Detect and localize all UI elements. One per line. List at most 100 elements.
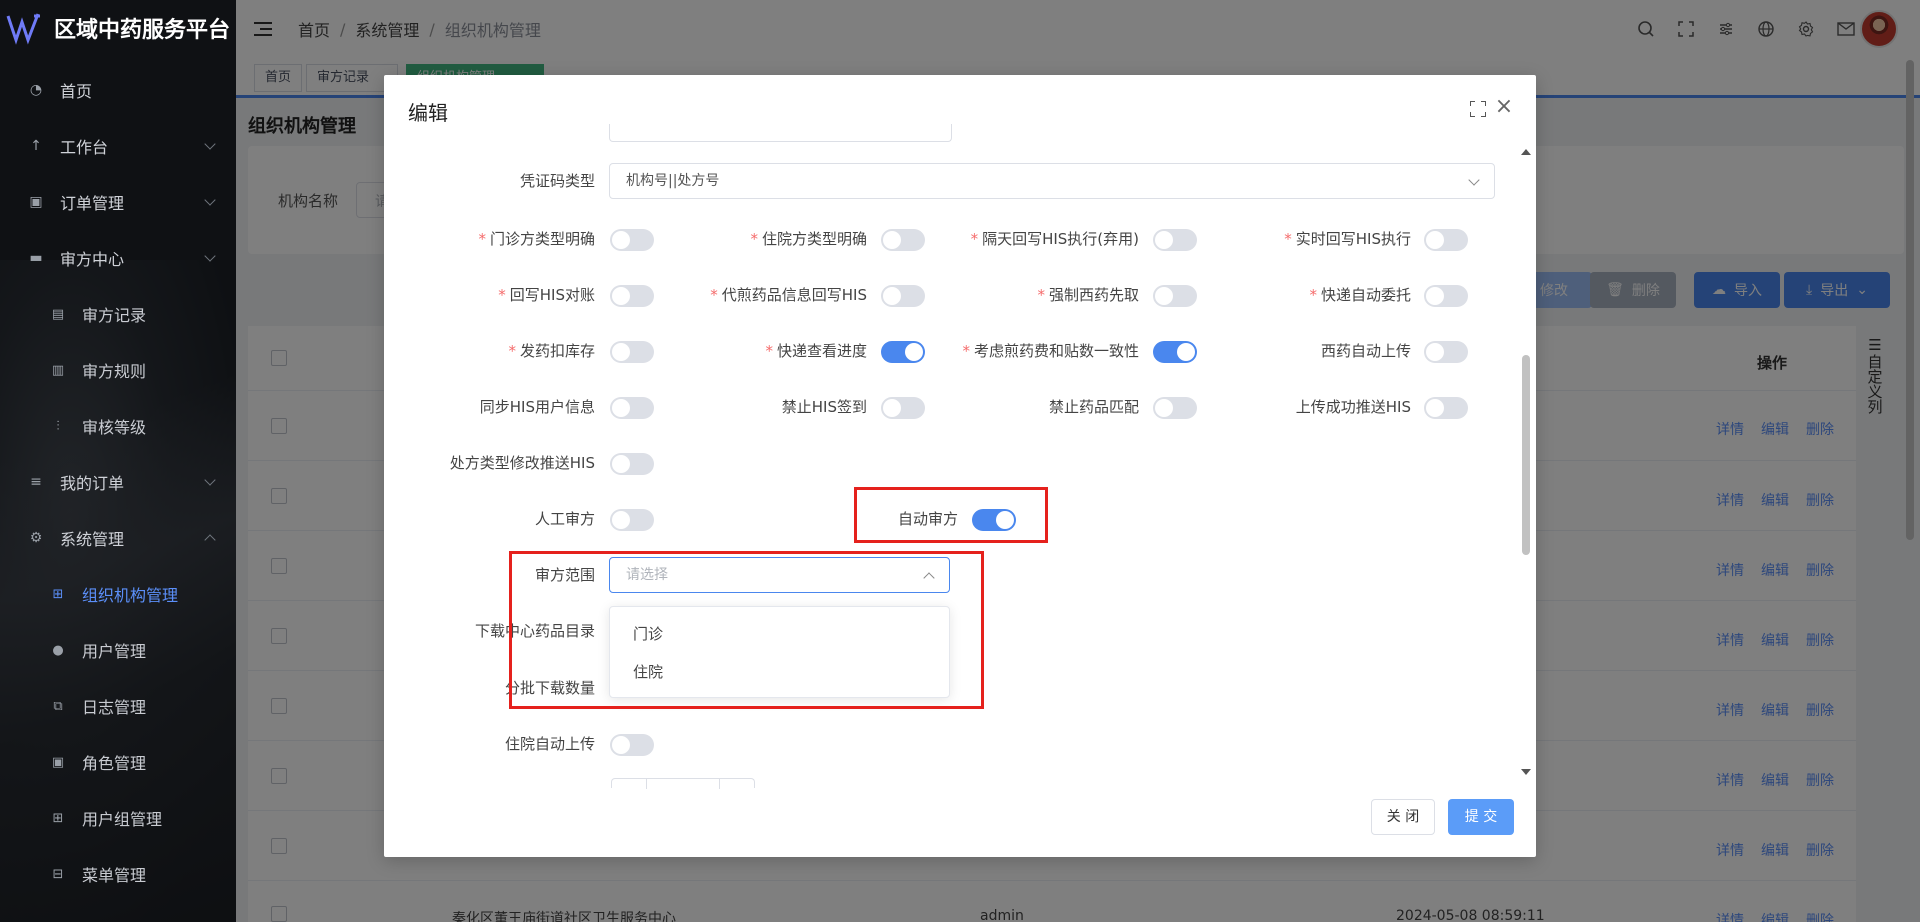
sidebar-item-review-records[interactable]: ▤ 审方记录 bbox=[0, 286, 236, 342]
monitor-icon: ▬ bbox=[29, 250, 43, 266]
switch-label: * 考虑煎药费和贴数一致性 bbox=[889, 340, 1139, 361]
sidebar-item-usergroup-management[interactable]: ⊞ 用户组管理 bbox=[0, 790, 236, 846]
sidebar-item-orders[interactable]: ▣ 订单管理 bbox=[0, 174, 236, 230]
switch-label: * 住院方类型明确 bbox=[617, 228, 867, 249]
switch-label: * 快递自动委托 bbox=[1161, 284, 1411, 305]
toggle-switch[interactable] bbox=[1424, 229, 1468, 251]
sidebar-item-label: 用户组管理 bbox=[82, 810, 163, 829]
switch-label-text: 考虑煎药费和贴数一致性 bbox=[973, 342, 1139, 360]
sidebar-item-user-management[interactable]: ● 用户管理 bbox=[0, 622, 236, 678]
dialog-scrollbar[interactable] bbox=[1521, 141, 1531, 781]
inpatient-auto-upload-switch[interactable] bbox=[610, 734, 654, 756]
sidebar-item-review-levels[interactable]: ⫶ 审核等级 bbox=[0, 398, 236, 454]
switch-label: * 门诊方类型明确 bbox=[345, 228, 595, 249]
sidebar-item-log-management[interactable]: ⧉ 日志管理 bbox=[0, 678, 236, 734]
sidebar-item-label: 我的订单 bbox=[60, 474, 125, 493]
switch-label-text: 隔天回写HIS执行(弃用) bbox=[982, 230, 1139, 248]
sidebar-item-label: 首页 bbox=[60, 82, 93, 101]
sidebar-item-label: 审核等级 bbox=[82, 418, 147, 437]
voucher-type-value: 机构号||处方号 bbox=[626, 173, 720, 189]
sidebar: 区域中药服务平台 ◔ 首页 ↑ 工作台 ▣ 订单管理 ▬ 审方中心 ▤ 审方记录… bbox=[0, 0, 236, 922]
quantity-stepper[interactable] bbox=[611, 778, 755, 789]
required-asterisk: * bbox=[478, 230, 486, 248]
chevron-down-icon bbox=[204, 194, 216, 206]
scroll-down-icon[interactable] bbox=[1521, 769, 1531, 775]
switch-label: 上传成功推送HIS bbox=[1161, 396, 1411, 417]
sidebar-item-label: 审方中心 bbox=[60, 250, 125, 269]
sidebar-item-label: 角色管理 bbox=[82, 754, 147, 773]
menu-tree-icon: ⊟ bbox=[52, 866, 64, 882]
inpatient-auto-upload-label: 住院自动上传 bbox=[504, 735, 595, 753]
switch-label-text: 住院方类型明确 bbox=[761, 230, 867, 248]
voucher-type-select[interactable]: 机构号||处方号 bbox=[609, 163, 1495, 199]
switch-label-text: 快递自动委托 bbox=[1320, 286, 1411, 304]
rx-modify-push-switch[interactable] bbox=[610, 453, 654, 475]
sidebar-item-home[interactable]: ◔ 首页 bbox=[0, 62, 236, 118]
dialog-title: 编辑 bbox=[408, 101, 448, 125]
maximize-icon[interactable] bbox=[1470, 101, 1486, 117]
sidebar-item-workbench[interactable]: ↑ 工作台 bbox=[0, 118, 236, 174]
switch-label: * 强制西药先取 bbox=[889, 284, 1139, 305]
log-icon: ⧉ bbox=[53, 698, 63, 714]
sidebar-item-org-management[interactable]: ⊞ 组织机构管理 bbox=[0, 566, 236, 622]
toggle-switch[interactable] bbox=[1424, 397, 1468, 419]
org-tree-icon: ⊞ bbox=[52, 810, 64, 826]
org-tree-icon: ⊞ bbox=[52, 586, 64, 602]
required-asterisk: * bbox=[1037, 286, 1045, 304]
switch-label: * 回写HIS对账 bbox=[345, 284, 595, 305]
switch-label-text: 同步HIS用户信息 bbox=[479, 398, 595, 416]
toggle-switch[interactable] bbox=[1424, 341, 1468, 363]
switch-label-text: 上传成功推送HIS bbox=[1295, 398, 1411, 416]
sidebar-item-system[interactable]: ⚙ 系统管理 bbox=[0, 510, 236, 566]
sidebar-item-label: 工作台 bbox=[60, 138, 109, 157]
sidebar-item-my-orders[interactable]: ≡ 我的订单 bbox=[0, 454, 236, 510]
sidebar-item-label: 用户管理 bbox=[82, 642, 147, 661]
clipboard-icon: ▤ bbox=[51, 306, 65, 322]
user-icon: ● bbox=[52, 642, 64, 658]
switch-label-text: 代煎药品信息回写HIS bbox=[721, 286, 867, 304]
switch-label: 西药自动上传 bbox=[1161, 340, 1411, 361]
manual-review-switch[interactable] bbox=[610, 509, 654, 531]
sidebar-item-menu-management[interactable]: ⊟ 菜单管理 bbox=[0, 846, 236, 902]
switch-label: 禁止HIS签到 bbox=[617, 396, 867, 417]
switch-label: * 代煎药品信息回写HIS bbox=[617, 284, 867, 305]
voucher-type-label: 凭证码类型 bbox=[519, 172, 595, 190]
logo-icon bbox=[4, 8, 44, 48]
required-asterisk: * bbox=[498, 286, 506, 304]
toggle-switch[interactable] bbox=[1424, 285, 1468, 307]
dashboard-icon: ◔ bbox=[29, 82, 43, 98]
scroll-up-icon[interactable] bbox=[1521, 149, 1531, 155]
switch-label: 禁止药品匹配 bbox=[889, 396, 1139, 417]
switch-label-text: 快递查看进度 bbox=[776, 342, 867, 360]
switch-label: * 快递查看进度 bbox=[617, 340, 867, 361]
sidebar-item-review-rules[interactable]: ▥ 审方规则 bbox=[0, 342, 236, 398]
switch-label: * 实时回写HIS执行 bbox=[1161, 228, 1411, 249]
switch-label-text: 门诊方类型明确 bbox=[489, 230, 595, 248]
required-asterisk: * bbox=[710, 286, 718, 304]
gear-icon: ⚙ bbox=[29, 530, 43, 546]
sidebar-item-role-management[interactable]: ▣ 角色管理 bbox=[0, 734, 236, 790]
required-asterisk: * bbox=[508, 342, 516, 360]
close-icon[interactable]: × bbox=[1492, 95, 1516, 119]
document-icon: ▥ bbox=[51, 362, 65, 378]
required-asterisk: * bbox=[750, 230, 758, 248]
switch-label-text: 发药扣库存 bbox=[519, 342, 595, 360]
sidebar-item-review-center[interactable]: ▬ 审方中心 bbox=[0, 230, 236, 286]
list-icon: ≡ bbox=[30, 474, 42, 490]
scroll-thumb[interactable] bbox=[1522, 355, 1530, 555]
required-asterisk: * bbox=[765, 342, 773, 360]
id-card-icon: ▣ bbox=[51, 754, 65, 770]
brand-title: 区域中药服务平台 bbox=[54, 18, 231, 43]
switch-label: 同步HIS用户信息 bbox=[345, 396, 595, 417]
switch-label: * 发药扣库存 bbox=[345, 340, 595, 361]
submit-button[interactable]: 提 交 bbox=[1448, 799, 1514, 835]
switch-label-text: 禁止HIS签到 bbox=[781, 398, 867, 416]
chevron-down-icon bbox=[204, 250, 216, 262]
previous-field-input[interactable] bbox=[609, 124, 952, 142]
highlight-review-scope bbox=[509, 551, 984, 709]
sidebar-menu: ◔ 首页 ↑ 工作台 ▣ 订单管理 ▬ 审方中心 ▤ 审方记录 ▥ 审方规则 ⫶ bbox=[0, 62, 236, 902]
close-button[interactable]: 关 闭 bbox=[1371, 799, 1435, 835]
required-asterisk: * bbox=[962, 342, 970, 360]
sidebar-item-label: 菜单管理 bbox=[82, 866, 147, 885]
sliders-icon: ⫶ bbox=[56, 418, 60, 434]
